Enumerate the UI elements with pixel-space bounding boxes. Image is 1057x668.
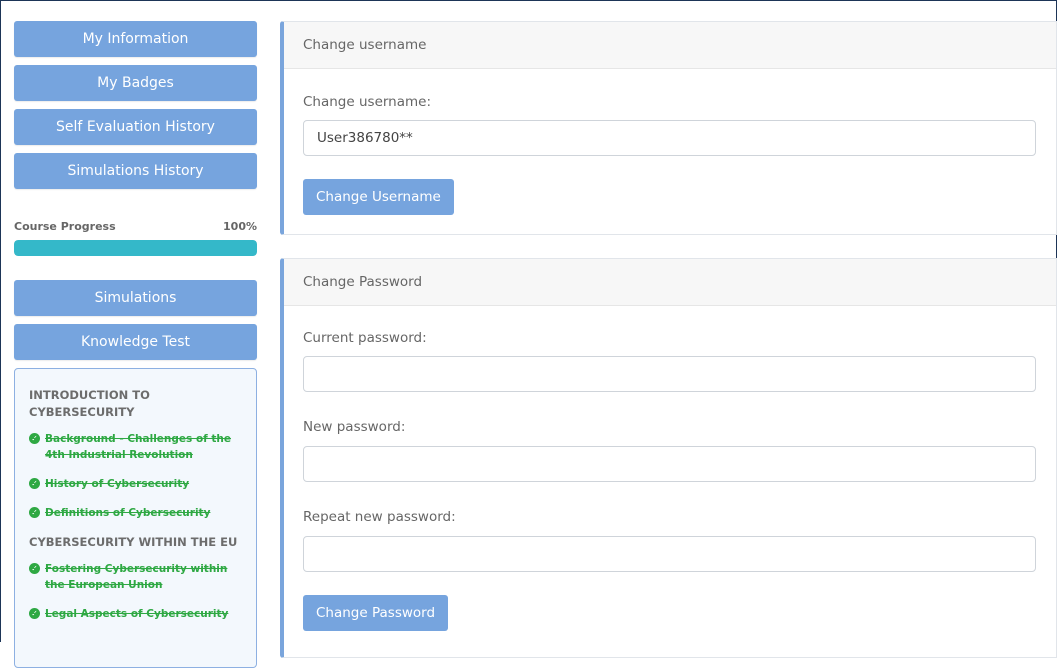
change-password-button[interactable]: Change Password bbox=[303, 595, 449, 631]
repeat-password-input[interactable] bbox=[303, 536, 1036, 572]
toc-item[interactable]: ✓ Definitions of Cybersecurity bbox=[29, 505, 244, 521]
toc-item[interactable]: ✓ Fostering Cybersecurity within the Eur… bbox=[29, 561, 244, 593]
change-password-panel: Change Password Current password: New pa… bbox=[280, 258, 1057, 658]
toc-item[interactable]: ✓ History of Cybersecurity bbox=[29, 476, 244, 492]
my-badges-button[interactable]: My Badges bbox=[14, 65, 257, 101]
toc-item-label: History of Cybersecurity bbox=[45, 478, 190, 490]
my-information-button[interactable]: My Information bbox=[14, 21, 257, 57]
course-progress-fill bbox=[14, 240, 257, 256]
course-progress-bar bbox=[14, 240, 257, 256]
new-password-label: New password: bbox=[303, 419, 406, 435]
self-evaluation-history-button[interactable]: Self Evaluation History bbox=[14, 109, 257, 145]
course-progress-value: 100% bbox=[223, 220, 257, 233]
check-circle-icon: ✓ bbox=[29, 478, 40, 489]
simulations-history-button[interactable]: Simulations History bbox=[14, 153, 257, 189]
toc-item-label: Legal Aspects of Cybersecurity bbox=[45, 608, 229, 620]
course-outline: INTRODUCTION TO CYBERSECURITY ✓ Backgrou… bbox=[14, 368, 257, 668]
change-password-header: Change Password bbox=[284, 259, 1056, 306]
toc-section-title: INTRODUCTION TO CYBERSECURITY bbox=[29, 388, 150, 419]
toc-item-label: Background - Challenges of the 4th Indus… bbox=[45, 433, 231, 461]
toc-item-label: Fostering Cybersecurity within the Europ… bbox=[45, 563, 228, 591]
check-circle-icon: ✓ bbox=[29, 608, 40, 619]
new-password-input[interactable] bbox=[303, 446, 1036, 482]
course-progress-label: Course Progress bbox=[14, 220, 116, 233]
current-password-label: Current password: bbox=[303, 330, 427, 346]
change-username-header: Change username bbox=[284, 22, 1056, 69]
username-input[interactable] bbox=[303, 120, 1036, 156]
simulations-button[interactable]: Simulations bbox=[14, 280, 257, 316]
course-progress-row: Course Progress 100% bbox=[14, 220, 257, 233]
current-password-input[interactable] bbox=[303, 356, 1036, 392]
toc-item[interactable]: ✓ Legal Aspects of Cybersecurity bbox=[29, 606, 244, 622]
knowledge-test-button[interactable]: Knowledge Test bbox=[14, 324, 257, 360]
check-circle-icon: ✓ bbox=[29, 507, 40, 518]
change-username-panel: Change username Change username: Change … bbox=[280, 21, 1057, 235]
check-circle-icon: ✓ bbox=[29, 433, 40, 444]
toc-item[interactable]: ✓ Background - Challenges of the 4th Ind… bbox=[29, 431, 244, 463]
change-username-label: Change username: bbox=[303, 94, 432, 110]
toc-section-title: CYBERSECURITY WITHIN THE EU bbox=[29, 535, 238, 549]
check-circle-icon: ✓ bbox=[29, 563, 40, 574]
change-username-button[interactable]: Change Username bbox=[303, 179, 454, 215]
repeat-password-label: Repeat new password: bbox=[303, 509, 456, 525]
toc-item-label: Definitions of Cybersecurity bbox=[45, 507, 211, 519]
